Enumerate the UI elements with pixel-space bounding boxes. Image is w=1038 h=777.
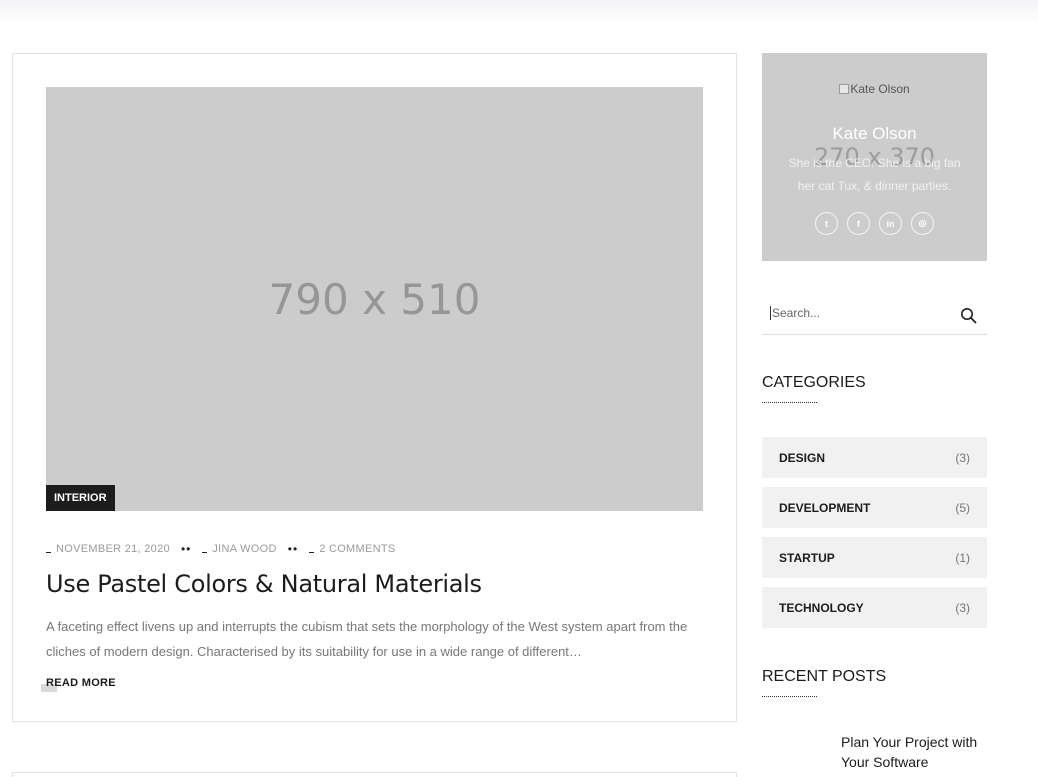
header-fade bbox=[0, 0, 1038, 22]
next-post-card bbox=[12, 772, 737, 777]
instagram-icon[interactable]: ◎ bbox=[911, 212, 934, 235]
categories-title: CATEGORIES bbox=[762, 374, 866, 391]
category-name: STARTUP bbox=[779, 550, 835, 565]
twitter-icon[interactable]: t bbox=[815, 212, 838, 235]
post-excerpt: A faceting effect livens up and interrup… bbox=[46, 619, 688, 659]
post-category-tag[interactable]: INTERIOR bbox=[46, 485, 115, 511]
category-count: (5) bbox=[955, 500, 970, 515]
category-item-startup[interactable]: STARTUP (1) bbox=[762, 537, 987, 578]
meta-separator: •• bbox=[180, 542, 192, 556]
post-title[interactable]: Use Pastel Colors & Natural Materials bbox=[46, 570, 482, 598]
categories-title-underline bbox=[762, 402, 817, 403]
linkedin-icon[interactable]: in bbox=[879, 212, 902, 235]
category-item-technology[interactable]: TECHNOLOGY (3) bbox=[762, 587, 987, 628]
post-featured-image[interactable]: 790 x 510 bbox=[46, 87, 703, 511]
meta-separator: •• bbox=[287, 542, 299, 556]
search-icon[interactable] bbox=[960, 307, 977, 324]
search-input[interactable] bbox=[770, 306, 940, 320]
category-name: TECHNOLOGY bbox=[779, 600, 864, 615]
post-card: 790 x 510 INTERIOR NOVEMBER 21, 2020 •• … bbox=[12, 53, 737, 722]
recent-post-thumbnail[interactable] bbox=[762, 734, 828, 777]
post-author[interactable]: JINA WOOD bbox=[212, 543, 276, 555]
category-item-design[interactable]: DESIGN (3) bbox=[762, 437, 987, 478]
meta-dash bbox=[309, 545, 315, 553]
author-image-alt: Kate Olson bbox=[850, 82, 910, 96]
recent-post-title[interactable]: Plan Your Project with Your Software bbox=[841, 732, 991, 772]
category-count: (3) bbox=[955, 600, 970, 615]
category-count: (3) bbox=[955, 450, 970, 465]
author-image: Kate Olson bbox=[762, 82, 987, 96]
recent-posts-title-underline bbox=[762, 696, 817, 697]
meta-dash bbox=[46, 545, 51, 553]
author-bio: She is the CEO. She is a big fan her cat… bbox=[788, 156, 961, 193]
category-name: DEVELOPMENT bbox=[779, 500, 871, 515]
author-name: Kate Olson bbox=[832, 124, 917, 143]
post-date[interactable]: NOVEMBER 21, 2020 bbox=[56, 543, 170, 555]
category-count: (1) bbox=[955, 550, 970, 565]
recent-posts-title: RECENT POSTS bbox=[762, 668, 887, 685]
image-placeholder-text: 790 x 510 bbox=[268, 274, 481, 324]
post-meta: NOVEMBER 21, 2020 •• JINA WOOD •• 2 COMM… bbox=[46, 542, 396, 556]
search-widget bbox=[762, 296, 987, 335]
author-widget: 270 x 370 Kate Olson Kate Olson She is t… bbox=[762, 53, 987, 261]
category-item-development[interactable]: DEVELOPMENT (5) bbox=[762, 487, 987, 528]
facebook-icon[interactable]: f bbox=[847, 212, 870, 235]
broken-image-icon bbox=[839, 84, 850, 94]
author-socials: t f in ◎ bbox=[762, 212, 987, 235]
read-more-link[interactable]: READ MORE bbox=[46, 677, 116, 689]
category-name: DESIGN bbox=[779, 450, 826, 465]
post-comments[interactable]: 2 COMMENTS bbox=[319, 543, 395, 555]
meta-dash bbox=[202, 545, 208, 553]
